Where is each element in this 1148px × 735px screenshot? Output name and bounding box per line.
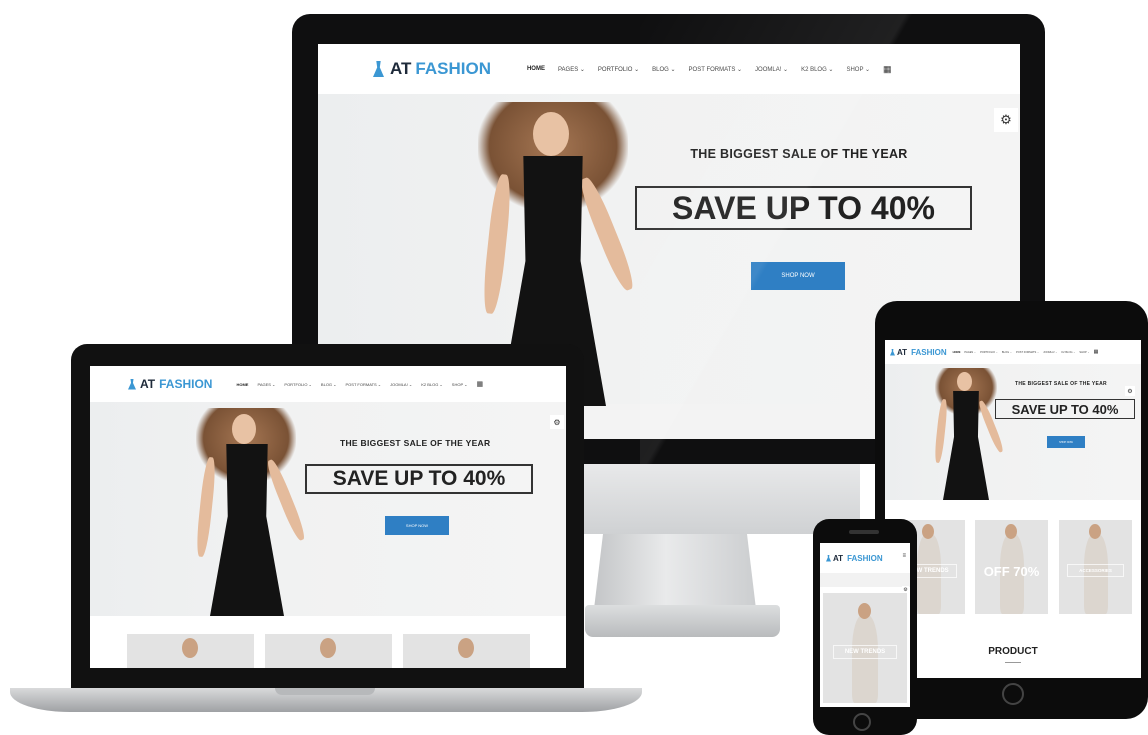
- menu-item-blog[interactable]: BLOG ⌄: [652, 66, 675, 73]
- logo-text-fashion: FASHION: [911, 347, 947, 357]
- model-photo: [170, 402, 330, 616]
- tablet-navbar: AT FASHION HOME PAGES ⌄ PORTFOLIO ⌄ BLOG…: [885, 340, 1141, 364]
- dress-logo-icon: [373, 61, 384, 77]
- main-menu: HOME PAGES ⌄ PORTFOLIO ⌄ BLOG ⌄ POST FOR…: [236, 380, 483, 388]
- shop-now-button[interactable]: SHOP NOW: [385, 516, 449, 535]
- tablet-home-button[interactable]: [1002, 683, 1024, 705]
- imac-base: [585, 605, 780, 637]
- main-menu: HOME PAGES ⌄ PORTFOLIO ⌄ BLOG ⌄ POST FOR…: [527, 64, 892, 75]
- laptop-screen: AT FASHION HOME PAGES ⌄ PORTFOLIO ⌄ BLOG…: [90, 366, 566, 668]
- section-title-product: PRODUCT: [988, 646, 1038, 657]
- gear-icon[interactable]: ⚙: [550, 415, 564, 429]
- hero-save-banner: SAVE UP TO 40%: [995, 399, 1135, 419]
- product-thumb-1[interactable]: [127, 634, 254, 668]
- menu-item-shop[interactable]: SHOP ⌄: [1079, 351, 1089, 354]
- dress-logo-icon: [890, 348, 895, 356]
- apple-logo-icon: [650, 480, 684, 516]
- menu-toggle-icon[interactable]: ≡: [902, 553, 906, 559]
- menu-item-shop[interactable]: SHOP ⌄: [452, 382, 468, 387]
- product-thumb-2[interactable]: [265, 634, 392, 668]
- logo-text-fashion: FASHION: [159, 377, 213, 391]
- logo-text-fashion: FASHION: [847, 553, 883, 563]
- tablet-screen: AT FASHION HOME PAGES ⌄ PORTFOLIO ⌄ BLOG…: [885, 340, 1141, 678]
- menu-item-home[interactable]: HOME: [527, 66, 545, 72]
- hero-save-banner: SAVE UP TO 40%: [305, 464, 533, 494]
- logo-text-at: AT: [833, 553, 844, 563]
- menu-item-joomla[interactable]: JOOMLA! ⌄: [755, 66, 788, 73]
- grid-icon[interactable]: ▦: [883, 64, 892, 75]
- menu-item-post-formats[interactable]: POST FORMATS ⌄: [1016, 351, 1039, 354]
- menu-item-pages[interactable]: PAGES ⌄: [257, 382, 275, 387]
- menu-item-blog[interactable]: BLOG ⌄: [321, 382, 337, 387]
- hero-headline: THE BIGGEST SALE OF THE YEAR: [1015, 381, 1107, 387]
- menu-item-post-formats[interactable]: POST FORMATS ⌄: [346, 382, 382, 387]
- menu-item-post-formats[interactable]: POST FORMATS ⌄: [689, 66, 742, 73]
- hero-headline: THE BIGGEST SALE OF THE YEAR: [690, 147, 908, 161]
- product-thumb-3[interactable]: ACCESSORIES: [1059, 520, 1132, 614]
- hero-save-banner: SAVE UP TO 40%: [635, 186, 972, 230]
- imac-stand: [594, 534, 756, 609]
- menu-item-portfolio[interactable]: PORTFOLIO ⌄: [284, 382, 312, 387]
- grid-icon[interactable]: ▦: [477, 380, 484, 388]
- menu-item-portfolio[interactable]: PORTFOLIO ⌄: [598, 66, 639, 73]
- responsive-devices-showcase: AT FASHION HOME PAGES ⌄ PORTFOLIO ⌄ BLOG…: [0, 0, 1148, 735]
- shop-now-button[interactable]: SHOP NOW: [1047, 436, 1085, 448]
- gear-icon[interactable]: ⚙: [902, 586, 909, 593]
- logo-text-at: AT: [140, 377, 156, 391]
- dress-logo-icon: [826, 554, 831, 562]
- hero-headline: THE BIGGEST SALE OF THE YEAR: [340, 438, 491, 448]
- site-logo[interactable]: AT FASHION: [890, 348, 947, 357]
- gear-icon[interactable]: ⚙: [1125, 386, 1135, 396]
- laptop-navbar: AT FASHION HOME PAGES ⌄ PORTFOLIO ⌄ BLOG…: [90, 366, 566, 402]
- site-logo[interactable]: AT FASHION: [128, 377, 212, 391]
- site-logo[interactable]: AT FASHION: [373, 59, 491, 79]
- phone-home-button[interactable]: [853, 713, 871, 731]
- menu-item-shop[interactable]: SHOP ⌄: [846, 66, 870, 73]
- phone-navbar: AT FASHION ≡: [820, 543, 910, 573]
- thumb-label: ACCESSORIES: [1067, 564, 1124, 577]
- gear-icon[interactable]: ⚙: [994, 108, 1018, 132]
- menu-item-k2-blog[interactable]: K2 BLOG ⌄: [1061, 351, 1075, 354]
- menu-item-home[interactable]: HOME: [236, 382, 248, 387]
- menu-item-pages[interactable]: PAGES ⌄: [964, 351, 976, 354]
- grid-icon[interactable]: ▦: [1094, 349, 1099, 355]
- product-thumb-2[interactable]: OFF 70%: [975, 520, 1048, 614]
- product-thumb-1[interactable]: NEW TRENDS: [823, 593, 907, 703]
- laptop-hero-banner: THE BIGGEST SALE OF THE YEAR SAVE UP TO 4…: [90, 402, 566, 616]
- logo-text-at: AT: [897, 347, 908, 357]
- menu-item-k2-blog[interactable]: K2 BLOG ⌄: [421, 382, 443, 387]
- menu-item-portfolio[interactable]: PORTFOLIO ⌄: [980, 351, 998, 354]
- menu-item-pages[interactable]: PAGES ⌄: [558, 66, 585, 73]
- product-thumb-3[interactable]: [403, 634, 530, 668]
- imac-chin: [560, 464, 860, 534]
- tablet-hero-banner: THE BIGGEST SALE OF THE YEAR SAVE UP TO 4…: [885, 364, 1141, 500]
- main-menu: HOME PAGES ⌄ PORTFOLIO ⌄ BLOG ⌄ POST FOR…: [953, 349, 1099, 355]
- phone-screen: AT FASHION ≡ NEW TRENDS ⚙: [820, 543, 910, 707]
- imac-navbar: AT FASHION HOME PAGES ⌄ PORTFOLIO ⌄ BLOG…: [318, 44, 1020, 94]
- site-logo[interactable]: AT FASHION: [826, 554, 883, 563]
- phone-speaker: [849, 530, 879, 534]
- logo-text-at: AT: [390, 59, 412, 78]
- menu-item-joomla[interactable]: JOOMLA! ⌄: [390, 382, 412, 387]
- thumb-label: NEW TRENDS: [833, 645, 897, 659]
- menu-item-home[interactable]: HOME: [953, 351, 961, 354]
- model-photo: [917, 364, 1017, 500]
- section-title-underline: [1005, 662, 1021, 663]
- shop-now-button[interactable]: SHOP NOW: [751, 262, 845, 290]
- logo-text-fashion: FASHION: [415, 59, 491, 78]
- menu-item-joomla[interactable]: JOOMLA! ⌄: [1043, 351, 1057, 354]
- menu-item-blog[interactable]: BLOG ⌄: [1002, 351, 1012, 354]
- dress-logo-icon: [128, 378, 136, 390]
- thumb-label: OFF 70%: [983, 564, 1040, 579]
- phone-hero-banner: [820, 573, 910, 587]
- laptop-notch: [275, 688, 375, 695]
- menu-item-k2-blog[interactable]: K2 BLOG ⌄: [801, 66, 833, 73]
